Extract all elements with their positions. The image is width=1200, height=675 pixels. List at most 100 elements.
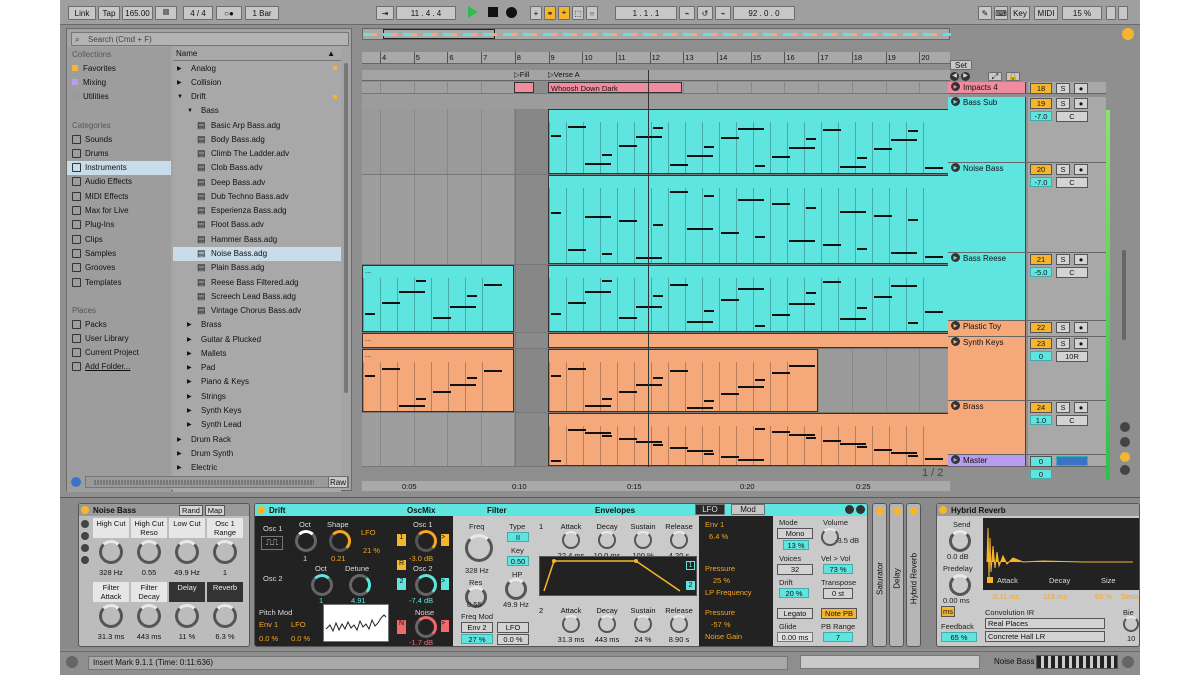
midi-note[interactable] (585, 432, 611, 434)
prev-locator-icon[interactable]: ◀ (950, 72, 959, 81)
midi-note[interactable] (908, 455, 918, 457)
midi-note[interactable] (653, 224, 663, 226)
macro-control[interactable]: High Cut Reso 0.55 (131, 518, 167, 580)
clip[interactable] (548, 413, 950, 466)
category-item[interactable]: Audio Effects (67, 175, 171, 189)
solo-button[interactable]: S (1056, 83, 1070, 94)
midi-note[interactable] (450, 384, 476, 386)
arrangement-mini-overview[interactable] (800, 655, 980, 669)
midi-note[interactable] (687, 228, 713, 230)
decay-knob[interactable] (598, 615, 616, 633)
midi-note[interactable] (789, 147, 815, 149)
attack-knob[interactable] (562, 531, 580, 549)
detail-icon[interactable] (1120, 465, 1130, 475)
macro-knob[interactable] (137, 540, 161, 564)
track-activator[interactable]: 20 (1030, 164, 1052, 175)
stop-button[interactable] (488, 7, 498, 17)
file-tree-item[interactable]: ▤ Noise Bass.adg (173, 246, 341, 261)
midi-note[interactable] (551, 460, 561, 462)
r-toggle[interactable]: R (397, 560, 406, 570)
noise-arrow-icon[interactable]: > (441, 620, 449, 632)
pitch-mod-source-1[interactable]: Env 1 (259, 620, 278, 629)
record-arm-icon[interactable]: ● (1074, 98, 1088, 109)
midi-note[interactable] (687, 407, 713, 409)
track-lane[interactable]: ... (362, 349, 950, 413)
track-header[interactable]: ▸ Synth Keys 23 S ● 0 10R (948, 337, 1106, 401)
env-2-select[interactable]: 2 (686, 581, 695, 590)
decay-knob[interactable] (598, 531, 616, 549)
file-tree-item[interactable]: ▤ Reese Bass Filtered.adg (173, 275, 341, 289)
oct1-knob[interactable] (295, 530, 317, 552)
oct2-knob[interactable] (311, 574, 333, 596)
category-item[interactable]: Max for Live (67, 204, 171, 218)
drift-amount-field[interactable]: 20 % (779, 588, 809, 598)
file-tree-item[interactable]: ▶ Guitar & Plucked (173, 332, 341, 346)
mod3-amount[interactable]: -57 % (711, 620, 731, 629)
rack-power-icon[interactable] (81, 506, 89, 514)
fold-track-icon[interactable]: ▸ (951, 97, 960, 106)
midi-note[interactable] (789, 365, 815, 367)
ir-size-value[interactable]: 62 % (1095, 592, 1112, 601)
detail-view-toggle-icon[interactable] (1122, 656, 1134, 668)
noise-knob[interactable] (415, 616, 437, 638)
category-item[interactable]: Clips (67, 232, 171, 246)
track-activator[interactable]: 0 (1030, 456, 1052, 467)
track-name-area[interactable]: ▸ Impacts 4 (948, 82, 1026, 93)
midi-note[interactable] (857, 248, 867, 250)
record-arm-icon[interactable]: ● (1074, 164, 1088, 175)
midi-note[interactable] (908, 130, 918, 132)
macro-knob[interactable] (175, 604, 199, 628)
midi-note[interactable] (891, 285, 917, 287)
fold-track-icon[interactable]: ▸ (951, 163, 960, 172)
collapsed-device[interactable]: Saturator (872, 503, 887, 647)
track-name-area[interactable]: ▸ Master (948, 455, 1026, 466)
osc1-waveform-icon[interactable]: ⎍⎍ (261, 536, 283, 550)
midi-note[interactable] (755, 428, 765, 430)
midi-note[interactable] (704, 195, 714, 197)
track-lane[interactable]: ... (362, 265, 950, 333)
midi-note[interactable] (789, 303, 815, 305)
record-arm-icon[interactable]: ● (1074, 338, 1088, 349)
type-selector[interactable]: II (507, 532, 529, 542)
fold-track-icon[interactable]: ▸ (951, 401, 960, 410)
sustain-knob[interactable] (634, 615, 652, 633)
midi-note[interactable] (891, 252, 917, 254)
osc2-gain-knob[interactable] (415, 574, 437, 596)
category-item[interactable]: Instruments (67, 160, 171, 175)
midi-note[interactable] (925, 458, 943, 460)
macro-count-icon[interactable] (81, 556, 89, 564)
ir-category-dropdown[interactable]: Real Places (985, 618, 1105, 629)
mode-dropdown[interactable]: Mono (777, 528, 813, 539)
track-volume-field[interactable]: 0 (1030, 469, 1052, 479)
predelay-knob[interactable] (949, 574, 971, 596)
shape-knob[interactable] (329, 530, 351, 552)
track-name-area[interactable]: ▸ Bass Reese (948, 253, 1026, 320)
file-tree-item[interactable]: ▤ Hammer Bass.adg (173, 232, 341, 246)
record-arm-icon[interactable]: ● (1074, 402, 1088, 413)
category-item[interactable]: Samples (67, 246, 171, 260)
show-devices-icon[interactable] (81, 544, 89, 552)
capture-midi-button[interactable]: ⌖ (558, 6, 570, 20)
draw-mode-button[interactable]: ✎ (978, 6, 992, 20)
midi-note[interactable] (925, 167, 943, 169)
mod-tab[interactable]: Mod (731, 504, 765, 515)
drift-save-icon[interactable] (856, 505, 865, 514)
session-record-button[interactable]: ⬚ (572, 6, 584, 20)
macro-control[interactable]: Reverb 6.3 % (207, 582, 243, 644)
macro-knob[interactable] (213, 604, 237, 628)
ir-file-dropdown[interactable]: Concrete Hall LR (985, 631, 1105, 642)
midi-note[interactable] (467, 377, 477, 379)
midi-note[interactable] (551, 375, 561, 377)
osc2-filter-arrow-icon[interactable]: > (441, 578, 449, 590)
next-locator-icon[interactable]: ▶ (961, 72, 970, 81)
midi-note[interactable] (399, 405, 425, 407)
serial-label[interactable]: Seria (1121, 592, 1139, 601)
clip[interactable] (548, 109, 950, 174)
track-header[interactable]: ▸ Bass Reese 21 S ● -5.0 C (948, 253, 1106, 321)
midi-note[interactable] (365, 375, 375, 377)
mod3-source[interactable]: Pressure (705, 608, 735, 617)
record-arm-icon[interactable]: ● (1074, 254, 1088, 265)
midi-note[interactable] (585, 291, 611, 293)
track-header[interactable]: ▸ Plastic Toy 22 S ● (948, 321, 1106, 337)
loop-switch-button[interactable]: ↺ (697, 6, 713, 20)
